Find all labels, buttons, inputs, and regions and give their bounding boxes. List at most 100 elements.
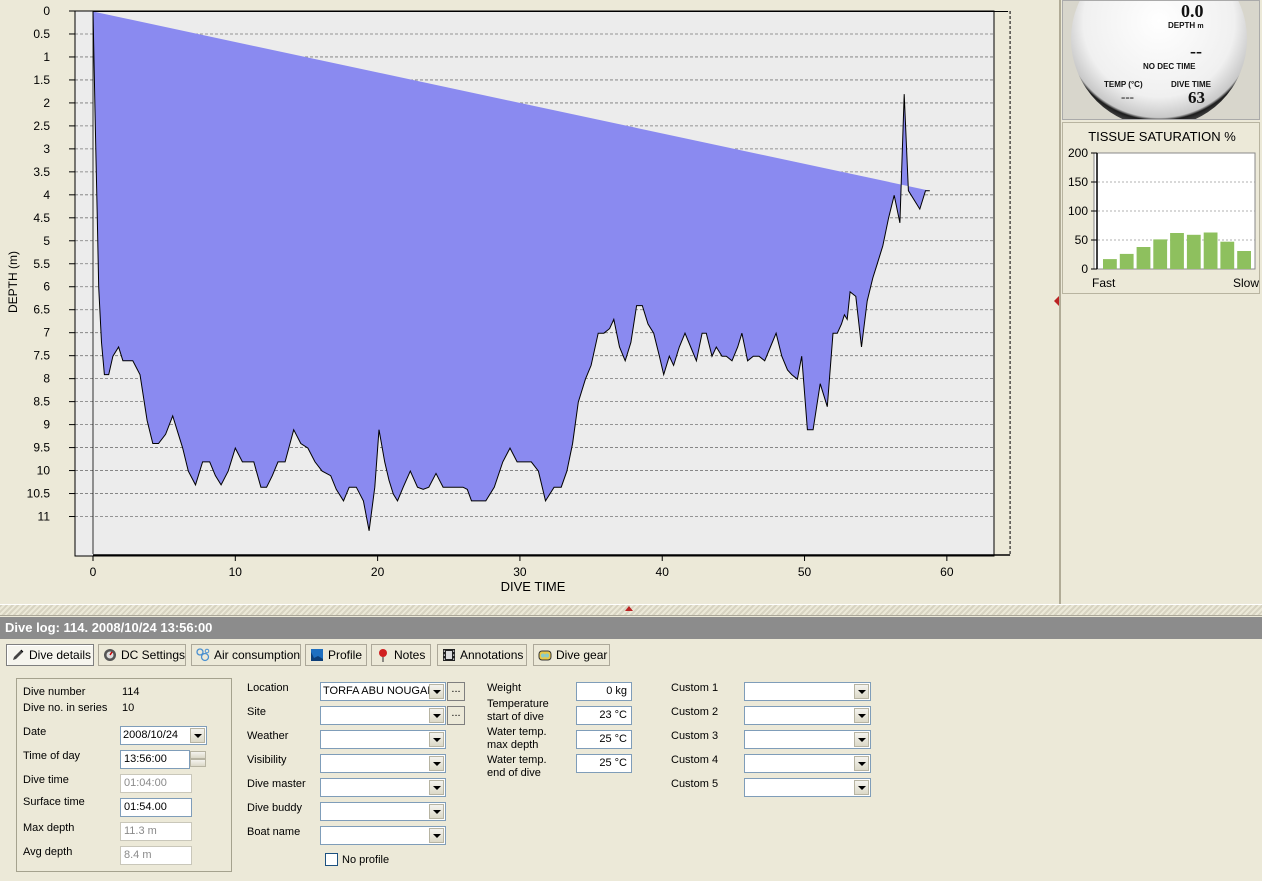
x-tick-label: 20 bbox=[371, 565, 385, 579]
tab-label: Notes bbox=[394, 648, 426, 662]
chevron-down-icon[interactable] bbox=[854, 780, 869, 795]
location-select[interactable]: TORFA ABU NOUGAR bbox=[320, 682, 446, 701]
gauge-dive-time-value: 63 bbox=[1188, 88, 1205, 107]
y-tick-label: 0.5 bbox=[33, 27, 50, 41]
pushpin-icon bbox=[379, 648, 387, 662]
custom5-select[interactable] bbox=[744, 778, 871, 797]
temp-max-field[interactable]: 25 °C bbox=[576, 730, 632, 749]
tab-dc-settings[interactable]: DC Settings bbox=[98, 644, 186, 666]
site-browse-button[interactable]: ... bbox=[447, 706, 465, 725]
time-field[interactable]: 13:56:00 bbox=[120, 750, 190, 769]
collapse-arrow-icon[interactable] bbox=[1054, 296, 1059, 306]
fast-label: Fast bbox=[1092, 276, 1116, 290]
chevron-down-icon[interactable] bbox=[429, 828, 444, 843]
tab-air-consumption[interactable]: Air consumption bbox=[191, 644, 301, 666]
tissue-bar bbox=[1220, 241, 1235, 269]
location-browse-button[interactable]: ... bbox=[447, 682, 465, 701]
tab-annotations[interactable]: Annotations bbox=[437, 644, 527, 666]
location-value: TORFA ABU NOUGAR bbox=[323, 685, 436, 697]
boat-select[interactable] bbox=[320, 826, 446, 845]
tab-dive-gear[interactable]: Dive gear bbox=[533, 644, 610, 666]
weather-select[interactable] bbox=[320, 730, 446, 749]
custom2-label: Custom 2 bbox=[671, 706, 719, 718]
x-tick-label: 10 bbox=[229, 565, 243, 579]
spin-up-icon[interactable] bbox=[190, 751, 206, 759]
tissue-bar bbox=[1136, 247, 1151, 269]
custom3-label: Custom 3 bbox=[671, 730, 719, 742]
tissue-y-tick-label: 150 bbox=[1068, 175, 1088, 189]
chevron-down-icon[interactable] bbox=[429, 804, 444, 819]
x-tick-label: 0 bbox=[90, 565, 97, 579]
custom3-select[interactable] bbox=[744, 730, 871, 749]
tab-label: Annotations bbox=[460, 648, 524, 662]
custom1-select[interactable] bbox=[744, 682, 871, 701]
y-axis-title: DEPTH (m) bbox=[6, 251, 20, 313]
surface-time-field[interactable]: 01:54.00 bbox=[120, 798, 192, 817]
chevron-down-icon[interactable] bbox=[429, 756, 444, 771]
dive-profile-chart[interactable]: 0 0.5 1 1.5 2 2.5 3 3.5 4 4.5 5 5.5 6 6.5 7 7.5 8 8.5 9 9.5… bbox=[0, 0, 1060, 604]
y-tick-label: 9.5 bbox=[33, 441, 50, 455]
custom2-select[interactable] bbox=[744, 706, 871, 725]
slow-label: Slow bbox=[1233, 276, 1259, 290]
bubbles-icon bbox=[196, 648, 210, 661]
x-tick-label: 60 bbox=[940, 565, 954, 579]
gauge-temp-label: TEMP (°C) bbox=[1104, 80, 1143, 89]
max-depth-field: 11.3 m bbox=[120, 822, 192, 841]
spin-down-icon[interactable] bbox=[190, 759, 206, 767]
temp-start-field[interactable]: 23 °C bbox=[576, 706, 632, 725]
date-picker[interactable]: 2008/10/24 bbox=[120, 726, 207, 745]
tissue-y-tick-label: 0 bbox=[1081, 262, 1088, 276]
custom1-label: Custom 1 bbox=[671, 682, 719, 694]
dive-time-label: Dive time bbox=[23, 774, 69, 786]
gauge-temp-value: --- bbox=[1121, 89, 1134, 104]
gauge-dec-value: -- bbox=[1190, 41, 1202, 61]
y-tick-label: 4.5 bbox=[33, 211, 50, 225]
x-tick-label: 50 bbox=[798, 565, 812, 579]
gauge-depth-value: 0.0 bbox=[1181, 1, 1204, 21]
dive-log-header: Dive log: 114. 2008/10/24 13:56:00 bbox=[0, 617, 1262, 639]
chevron-down-icon[interactable] bbox=[429, 708, 444, 723]
chevron-down-icon[interactable] bbox=[429, 780, 444, 795]
visibility-select[interactable] bbox=[320, 754, 446, 773]
tab-dive-details[interactable]: Dive details bbox=[6, 644, 94, 666]
y-tick-label: 9 bbox=[43, 418, 50, 432]
tissue-bar bbox=[1119, 253, 1134, 269]
custom4-select[interactable] bbox=[744, 754, 871, 773]
tab-profile[interactable]: Profile bbox=[305, 644, 367, 666]
tab-label: Air consumption bbox=[214, 648, 301, 662]
tab-notes[interactable]: Notes bbox=[371, 644, 431, 666]
visibility-label: Visibility bbox=[247, 754, 287, 766]
y-tick-label: 4 bbox=[43, 188, 50, 202]
y-tick-label: 2 bbox=[43, 96, 50, 110]
chevron-down-icon[interactable] bbox=[429, 732, 444, 747]
temp-end-label: Water temp. end of dive bbox=[487, 754, 547, 779]
calendar-dropdown-icon[interactable] bbox=[190, 728, 205, 743]
y-tick-label: 10.5 bbox=[27, 487, 51, 501]
y-tick-label: 6 bbox=[43, 280, 50, 294]
site-select[interactable] bbox=[320, 706, 446, 725]
panel-divider[interactable] bbox=[1059, 0, 1061, 604]
chevron-down-icon[interactable] bbox=[854, 756, 869, 771]
splitter-arrow-icon[interactable] bbox=[625, 606, 633, 611]
divemaster-label: Dive master bbox=[247, 778, 306, 790]
chevron-down-icon[interactable] bbox=[854, 684, 869, 699]
film-icon bbox=[443, 648, 455, 661]
buddy-select[interactable] bbox=[320, 802, 446, 821]
weight-label: Weight bbox=[487, 682, 522, 694]
series-value: 10 bbox=[122, 702, 135, 714]
no-profile-checkbox[interactable] bbox=[325, 853, 338, 866]
y-tick-label: 3 bbox=[43, 142, 50, 156]
chevron-down-icon[interactable] bbox=[429, 684, 444, 699]
temp-start-label: Temperature start of dive bbox=[487, 698, 549, 723]
dive-number-value: 114 bbox=[122, 686, 140, 698]
temp-end-field[interactable]: 25 °C bbox=[576, 754, 632, 773]
y-tick-label: 5 bbox=[43, 234, 50, 248]
chevron-down-icon[interactable] bbox=[854, 732, 869, 747]
weight-field[interactable]: 0 kg bbox=[576, 682, 632, 701]
buddy-label: Dive buddy bbox=[247, 802, 303, 814]
chevron-down-icon[interactable] bbox=[854, 708, 869, 723]
divemaster-select[interactable] bbox=[320, 778, 446, 797]
time-spinner[interactable] bbox=[190, 751, 206, 768]
gauge-dec-label: NO DEC TIME bbox=[1143, 62, 1196, 71]
site-label: Site bbox=[247, 706, 266, 718]
